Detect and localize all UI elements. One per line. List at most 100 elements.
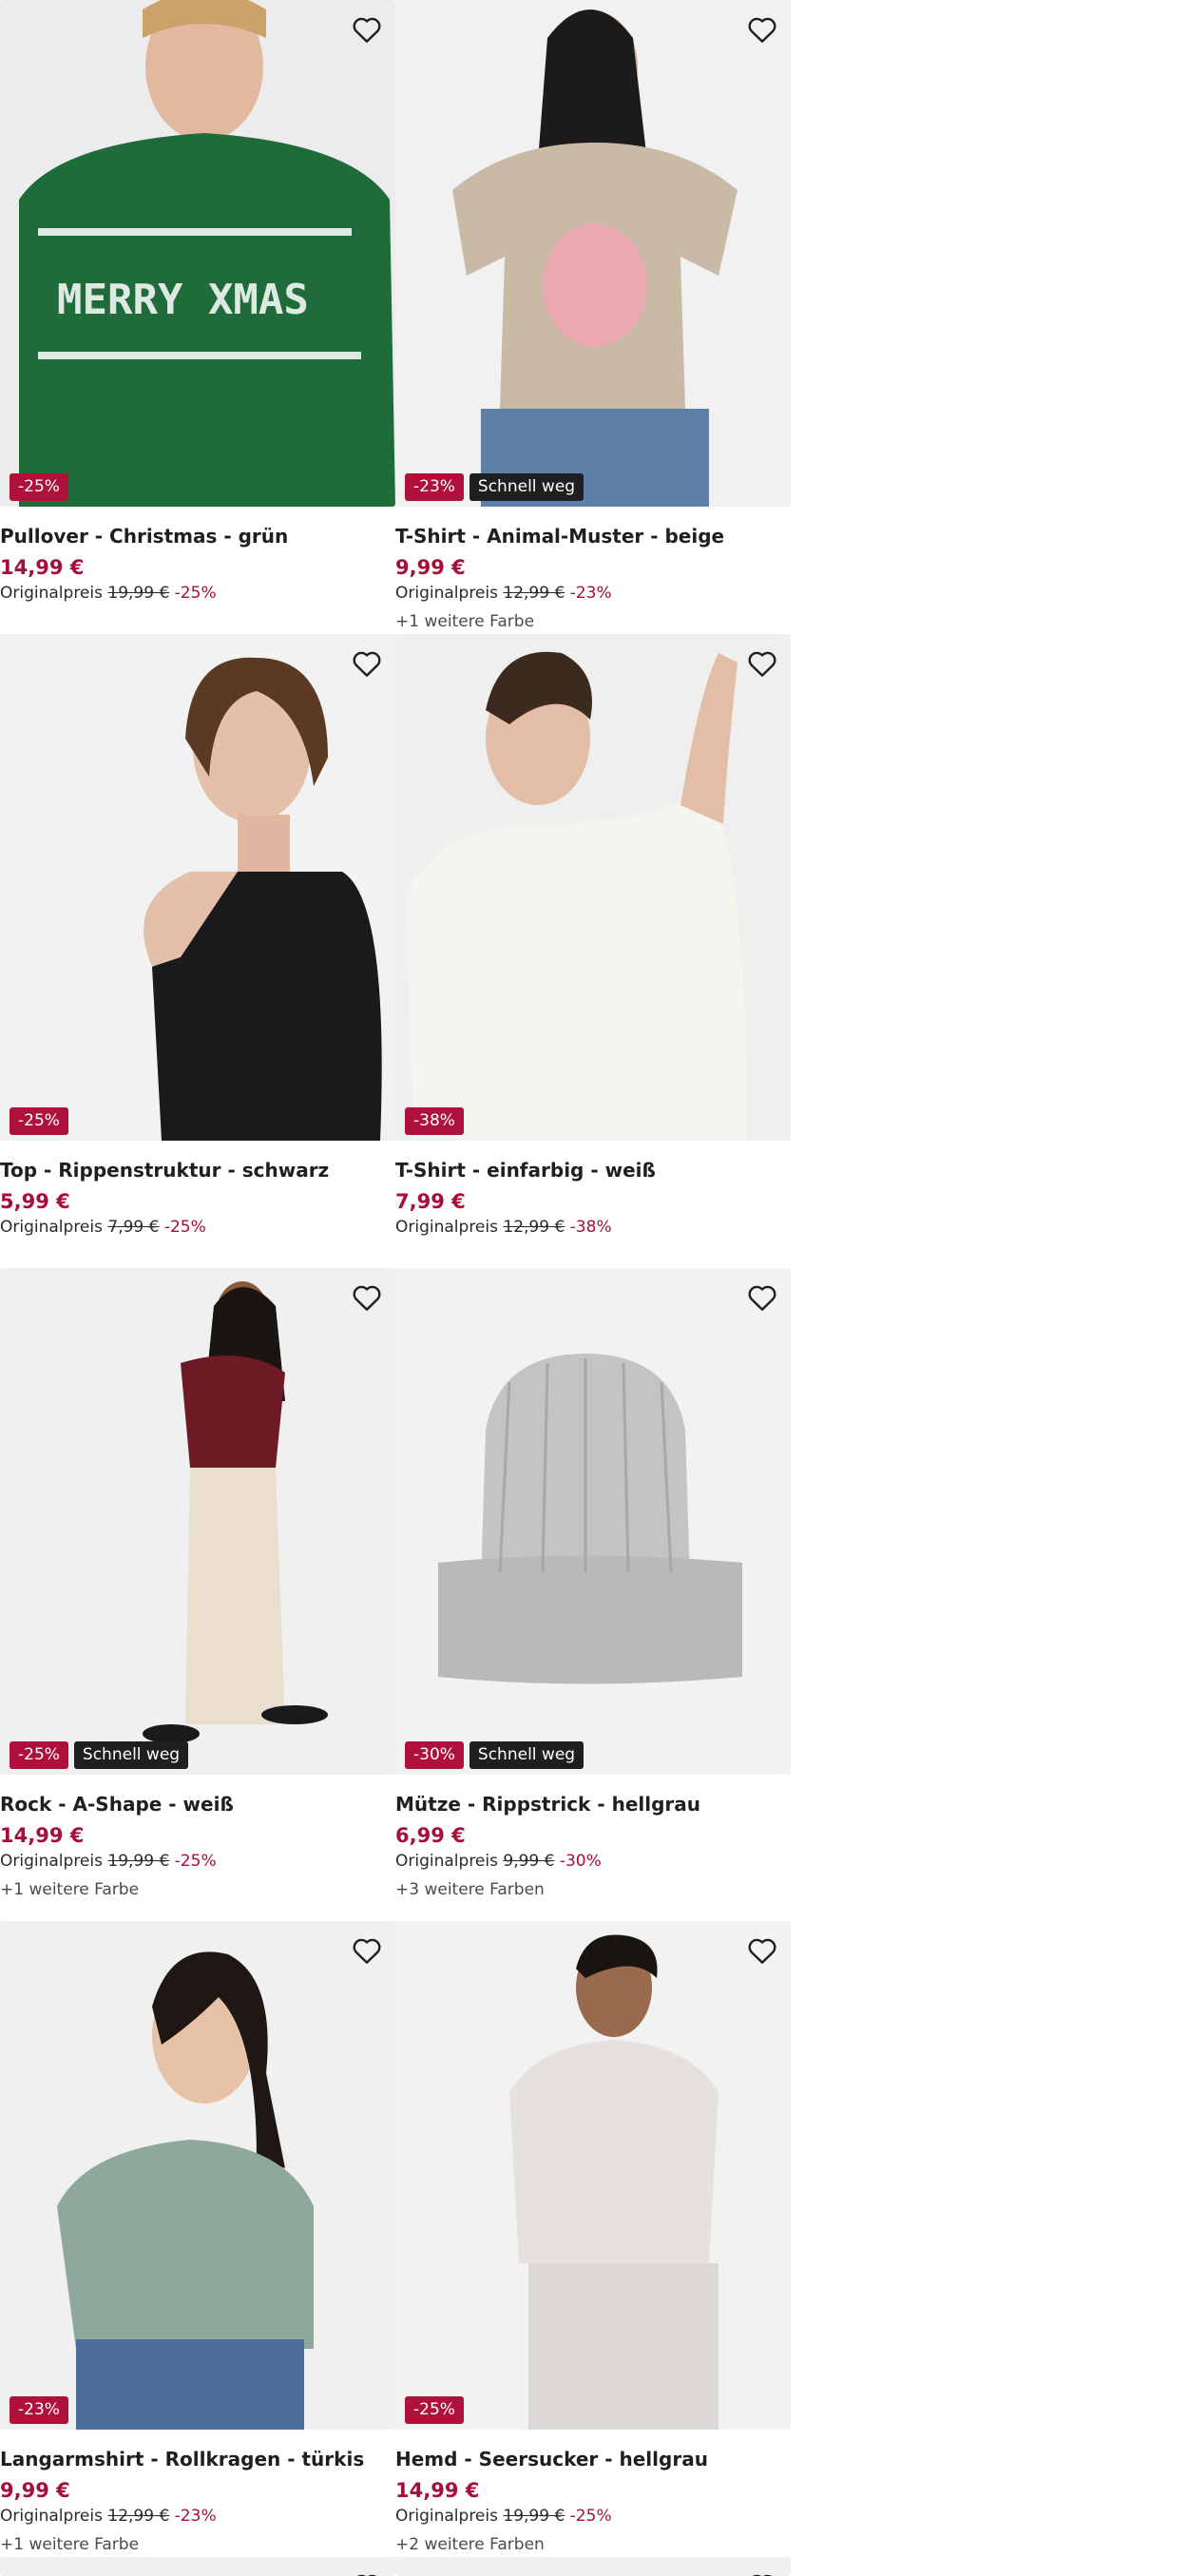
more-colors-link[interactable]: +1 weitere Farbe [0,2534,395,2555]
product-image[interactable]: -23% Schnell weg [395,0,791,507]
more-colors-link[interactable]: +2 weitere Farben [395,2534,791,2555]
product-info: Langarmshirt - Rollkragen - türkis 9,99 … [0,2447,395,2555]
discount-badge: -23% [405,473,464,501]
original-price: 19,99 € [503,2507,565,2526]
product-name[interactable]: Langarmshirt - Rollkragen - türkis [0,2447,395,2471]
discount-percent: -23% [174,2507,217,2526]
wishlist-heart-icon[interactable] [743,1278,781,1317]
discount-percent: -25% [174,1852,217,1871]
more-colors-link[interactable]: +1 weitere Farbe [0,1879,395,1900]
product-name[interactable]: T-Shirt - Animal-Muster - beige [395,524,791,548]
badge-group: -25% [405,2396,464,2424]
discount-badge: -30% [405,1741,464,1769]
product-image[interactable]: -25% Schnell weg [0,1268,395,1775]
discount-badge: -25% [10,1741,68,1769]
schnell-weg-badge: Schnell weg [469,1741,584,1769]
discount-badge: -23% [10,2396,68,2424]
original-price-label: Originalpreis [395,584,498,603]
discount-percent: -30% [559,1852,602,1871]
original-price-label: Originalpreis [0,584,103,603]
product-price: 5,99 € [0,1190,70,1213]
schnell-weg-badge: Schnell weg [73,1741,189,1769]
product-image[interactable]: -23% [0,1921,395,2430]
product-price: 6,99 € [395,1824,466,1847]
more-colors-link[interactable]: +3 weitere Farben [395,1879,791,1900]
product-image[interactable] [395,2557,791,2576]
original-price: 12,99 € [503,584,565,603]
wishlist-heart-icon[interactable] [348,1278,386,1317]
badge-group: -23% [10,2396,68,2424]
original-price: 19,99 € [107,584,170,603]
product-info: Mütze - Rippstrick - hellgrau 6,99 € Ori… [395,1792,791,1900]
product-image[interactable]: -38% [395,634,791,1141]
more-colors-link[interactable]: +1 weitere Farbe [395,611,791,632]
original-price-label: Originalpreis [395,1218,498,1237]
product-info: Top - Rippenstruktur - schwarz 5,99 € Or… [0,1158,395,1238]
badge-group: -25% [10,473,68,501]
discount-percent: -38% [569,1218,612,1237]
badge-group: -30% Schnell weg [405,1741,584,1769]
product-name[interactable]: Pullover - Christmas - grün [0,524,395,548]
original-price: 19,99 € [107,1852,170,1871]
product-info: T-Shirt - einfarbig - weiß 7,99 € Origin… [395,1158,791,1238]
product-image[interactable]: -25% [395,1921,791,2430]
original-price-label: Originalpreis [395,2507,498,2526]
product-price: 7,99 € [395,1190,466,1213]
product-info: T-Shirt - Animal-Muster - beige 9,99 € O… [395,524,791,632]
product-name[interactable]: Mütze - Rippstrick - hellgrau [395,1792,791,1817]
product-price: 9,99 € [0,2479,70,2502]
discount-badge: -25% [10,1107,68,1135]
product-info: Hemd - Seersucker - hellgrau 14,99 € Ori… [395,2447,791,2555]
product-name[interactable]: Top - Rippenstruktur - schwarz [0,1158,395,1182]
original-price-line: Originalpreis 19,99 € -25% [0,583,395,604]
product-name[interactable]: T-Shirt - einfarbig - weiß [395,1158,791,1182]
product-image[interactable]: MERRY XMAS -25% [0,0,395,507]
original-price-label: Originalpreis [0,1852,103,1871]
product-price: 14,99 € [395,2479,480,2502]
original-price-line: Originalpreis 12,99 € -23% [395,583,791,604]
original-price: 9,99 € [503,1852,555,1871]
wishlist-heart-icon[interactable] [743,10,781,48]
discount-percent: -25% [569,2507,612,2526]
original-price-line: Originalpreis 19,99 € -25% [395,2506,791,2527]
wishlist-heart-icon[interactable] [743,2567,781,2576]
product-price: 14,99 € [0,556,85,579]
discount-badge: -38% [405,1107,464,1135]
product-image[interactable]: -25% [0,634,395,1141]
original-price-line: Originalpreis 9,99 € -30% [395,1851,791,1872]
original-price: 12,99 € [503,1218,565,1237]
wishlist-heart-icon[interactable] [348,2567,386,2576]
original-price-line: Originalpreis 7,99 € -25% [0,1217,395,1238]
discount-badge: -25% [405,2396,464,2424]
product-price: 14,99 € [0,1824,85,1847]
product-info: Pullover - Christmas - grün 14,99 € Orig… [0,524,395,604]
original-price-label: Originalpreis [0,1218,103,1237]
original-price: 12,99 € [107,2507,170,2526]
discount-badge: -25% [10,473,68,501]
wishlist-heart-icon[interactable] [743,1932,781,1970]
original-price: 7,99 € [107,1218,160,1237]
wishlist-heart-icon[interactable] [348,10,386,48]
original-price-label: Originalpreis [395,1852,498,1871]
original-price-line: Originalpreis 12,99 € -23% [0,2506,395,2527]
product-name[interactable]: Hemd - Seersucker - hellgrau [395,2447,791,2471]
badge-group: -38% [405,1107,464,1135]
product-image[interactable] [0,2557,395,2576]
discount-percent: -23% [569,584,612,603]
original-price-label: Originalpreis [0,2507,103,2526]
badge-group: -25% Schnell weg [10,1741,189,1769]
discount-percent: -25% [174,584,217,603]
product-image[interactable]: -30% Schnell weg [395,1268,791,1775]
product-name[interactable]: Rock - A-Shape - weiß [0,1792,395,1817]
wishlist-heart-icon[interactable] [743,644,781,682]
badge-group: -23% Schnell weg [405,473,584,501]
svg-text:MERRY XMAS: MERRY XMAS [57,276,309,324]
wishlist-heart-icon[interactable] [348,644,386,682]
discount-percent: -25% [163,1218,206,1237]
wishlist-heart-icon[interactable] [348,1932,386,1970]
schnell-weg-badge: Schnell weg [469,473,584,501]
original-price-line: Originalpreis 12,99 € -38% [395,1217,791,1238]
product-info: Rock - A-Shape - weiß 14,99 € Originalpr… [0,1792,395,1900]
badge-group: -25% [10,1107,68,1135]
original-price-line: Originalpreis 19,99 € -25% [0,1851,395,1872]
